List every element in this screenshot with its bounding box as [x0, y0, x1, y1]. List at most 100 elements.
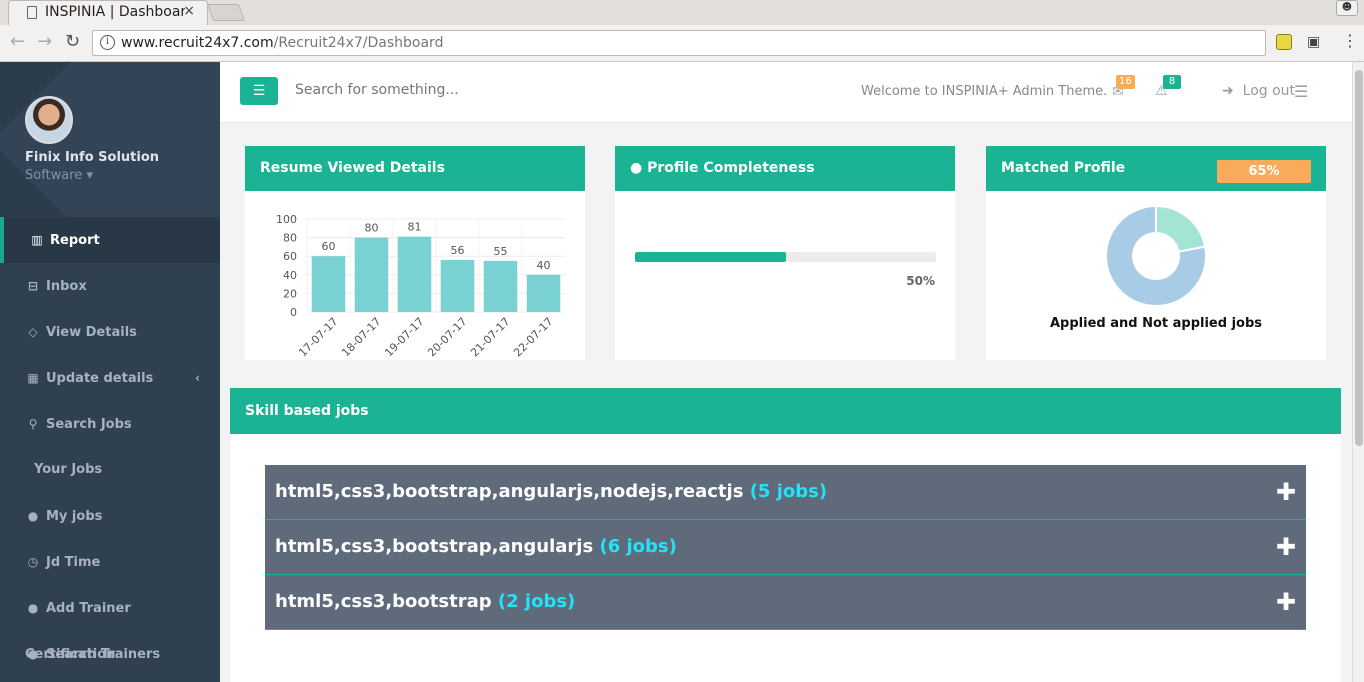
- sidebar-item-inbox[interactable]: ⊟ Inbox: [0, 263, 220, 309]
- welcome-message: Welcome to INSPINIA+ Admin Theme.: [861, 84, 1108, 99]
- new-tab-button[interactable]: [206, 4, 246, 21]
- job-count[interactable]: (2 jobs): [498, 591, 575, 612]
- document-icon: [27, 6, 37, 19]
- applied-donut-chart: [1105, 204, 1207, 307]
- sidebar-item-add-trainer-certification[interactable]: ● Add Trainer Certification: [0, 585, 220, 662]
- expand-plus-icon[interactable]: ✚: [1276, 575, 1296, 629]
- sidebar-item-label: Report: [50, 233, 100, 248]
- bar-value-label: 55: [494, 245, 508, 258]
- x-tick-label: 21-07-17: [468, 315, 513, 360]
- job-skills: html5,css3,bootstrap,angularjs: [275, 536, 594, 557]
- donut-slice: [1155, 204, 1207, 253]
- y-tick-label: 20: [283, 287, 297, 300]
- job-group-row[interactable]: html5,css3,bootstrap (2 jobs) ✚: [265, 575, 1306, 630]
- bar-value-label: 40: [537, 259, 551, 272]
- sidebar-item-label: Search Trainers: [46, 647, 161, 662]
- search-icon: ⚲: [28, 417, 38, 431]
- bar: [354, 237, 389, 312]
- tab-title: INSPINIA | Dashboard: [45, 4, 185, 20]
- inbox-icon: ⊟: [27, 279, 39, 293]
- donut-caption: Applied and Not applied jobs: [1049, 316, 1263, 331]
- resume-viewed-widget: Resume Viewed Details 0 20 40 60 80 100 60 17-0…: [245, 146, 585, 360]
- x-tick-label: 19-07-17: [382, 315, 427, 360]
- job-group-row[interactable]: html5,css3,bootstrap,angularjs,nodejs,re…: [265, 465, 1306, 520]
- diamond-icon: ◇: [28, 325, 38, 339]
- panel-title: Skill based jobs: [230, 388, 1341, 434]
- sidebar-item-view-details[interactable]: ◇ View Details: [0, 309, 220, 355]
- sidebar-item-my-jobs[interactable]: ● My jobs: [0, 493, 220, 539]
- profile-completeness-widget: ● Profile Completeness 50%: [615, 146, 955, 360]
- sidebar-item-label: Search Jobs: [46, 417, 132, 432]
- sidebar-item-your-jobs[interactable]: Your Jobs: [0, 447, 220, 493]
- sidebar: Finix Info Solution Software ▾ ▥ Report ⊟ I…: [0, 62, 220, 682]
- job-skills: html5,css3,bootstrap: [275, 591, 492, 612]
- cast-icon[interactable]: ▣: [1307, 34, 1320, 50]
- extension-icon[interactable]: [1276, 34, 1292, 50]
- y-tick-label: 60: [283, 250, 297, 263]
- menu-toggle-button[interactable]: ☰: [240, 77, 278, 105]
- clock-icon: ◷: [27, 555, 39, 569]
- scrollbar-thumb[interactable]: [1355, 70, 1363, 446]
- user-icon: ●: [630, 160, 643, 176]
- sidebar-item-jd-time[interactable]: ◷ Jd Time: [0, 539, 220, 585]
- y-tick-label: 100: [276, 213, 297, 226]
- profile-header: Finix Info Solution Software ▾: [0, 62, 220, 217]
- sidebar-item-label: Your Jobs: [34, 462, 103, 477]
- y-tick-label: 40: [283, 269, 297, 282]
- job-group-row[interactable]: html5,css3,bootstrap,angularjs (6 jobs) ✚: [265, 520, 1306, 575]
- alert-count-badge: 8: [1163, 75, 1181, 89]
- user-icon: ●: [27, 601, 39, 615]
- progress-label: 50%: [906, 274, 935, 288]
- grid-icon: ▦: [27, 371, 39, 385]
- y-tick-label: 80: [283, 232, 297, 245]
- x-tick-label: 22-07-17: [511, 315, 556, 360]
- job-skills: html5,css3,bootstrap,angularjs,nodejs,re…: [275, 481, 744, 502]
- profile-icon[interactable]: ☻: [1336, 0, 1358, 16]
- bar: [397, 236, 432, 312]
- browser-tab[interactable]: INSPINIA | Dashboard ×: [8, 0, 208, 25]
- x-tick-label: 17-07-17: [296, 315, 341, 360]
- widget-title: ● Profile Completeness: [615, 146, 955, 191]
- back-icon[interactable]: ←: [10, 31, 25, 52]
- match-percent-badge: 65%: [1217, 160, 1311, 183]
- sidebar-item-search-jobs[interactable]: ⚲ Search Jobs: [0, 401, 220, 447]
- org-name: Finix Info Solution: [25, 150, 160, 165]
- expand-plus-icon[interactable]: ✚: [1276, 520, 1296, 574]
- resume-bar-chart: 0 20 40 60 80 100 60 17-07-17 80 18-07-17 81 19-07-…: [276, 213, 565, 360]
- x-tick-label: 20-07-17: [425, 315, 470, 360]
- job-accordion: html5,css3,bootstrap,angularjs,nodejs,re…: [265, 465, 1306, 630]
- sidebar-item-search-trainers[interactable]: ● Search Trainers: [0, 631, 220, 677]
- sidebar-item-report[interactable]: ▥ Report: [0, 217, 220, 263]
- expand-plus-icon[interactable]: ✚: [1276, 465, 1296, 519]
- address-bar[interactable]: i www.recruit24x7.com/Recruit24x7/Dashbo…: [92, 30, 1266, 56]
- logout-link[interactable]: ➜ Log out: [1222, 83, 1295, 99]
- browser-tab-bar: INSPINIA | Dashboard × ☻: [0, 0, 1364, 25]
- info-icon[interactable]: i: [100, 35, 115, 50]
- bar-chart-icon: ▥: [31, 233, 43, 247]
- role-dropdown[interactable]: Software ▾: [25, 168, 93, 183]
- y-tick-label: 0: [290, 306, 297, 319]
- job-count[interactable]: (5 jobs): [750, 481, 827, 502]
- menu-kebab-icon[interactable]: ⋮: [1342, 31, 1358, 50]
- forward-icon[interactable]: →: [37, 31, 52, 52]
- avatar[interactable]: [25, 96, 73, 144]
- user-icon: ●: [27, 509, 39, 523]
- bar: [526, 274, 561, 312]
- page-scrollbar[interactable]: [1352, 62, 1364, 682]
- bar: [311, 256, 346, 312]
- widget-title: Matched Profile 65%: [986, 146, 1326, 191]
- bar: [483, 260, 518, 312]
- tab-close-icon[interactable]: ×: [183, 3, 195, 19]
- mail-count-badge: 16: [1116, 75, 1135, 89]
- search-input[interactable]: [295, 82, 595, 98]
- sign-out-icon: ➜: [1222, 83, 1234, 99]
- sidebar-item-label: My jobs: [46, 509, 103, 524]
- tasks-icon[interactable]: ☰: [1294, 82, 1308, 101]
- x-tick-label: 18-07-17: [339, 315, 384, 360]
- bar-value-label: 80: [365, 222, 379, 235]
- sidebar-item-label: View Details: [46, 325, 137, 340]
- reload-icon[interactable]: ↻: [65, 31, 80, 52]
- sidebar-item-update-details[interactable]: ▦ Update details ‹: [0, 355, 220, 401]
- url-text[interactable]: www.recruit24x7.com/Recruit24x7/Dashboar…: [121, 35, 443, 51]
- job-count[interactable]: (6 jobs): [599, 536, 676, 557]
